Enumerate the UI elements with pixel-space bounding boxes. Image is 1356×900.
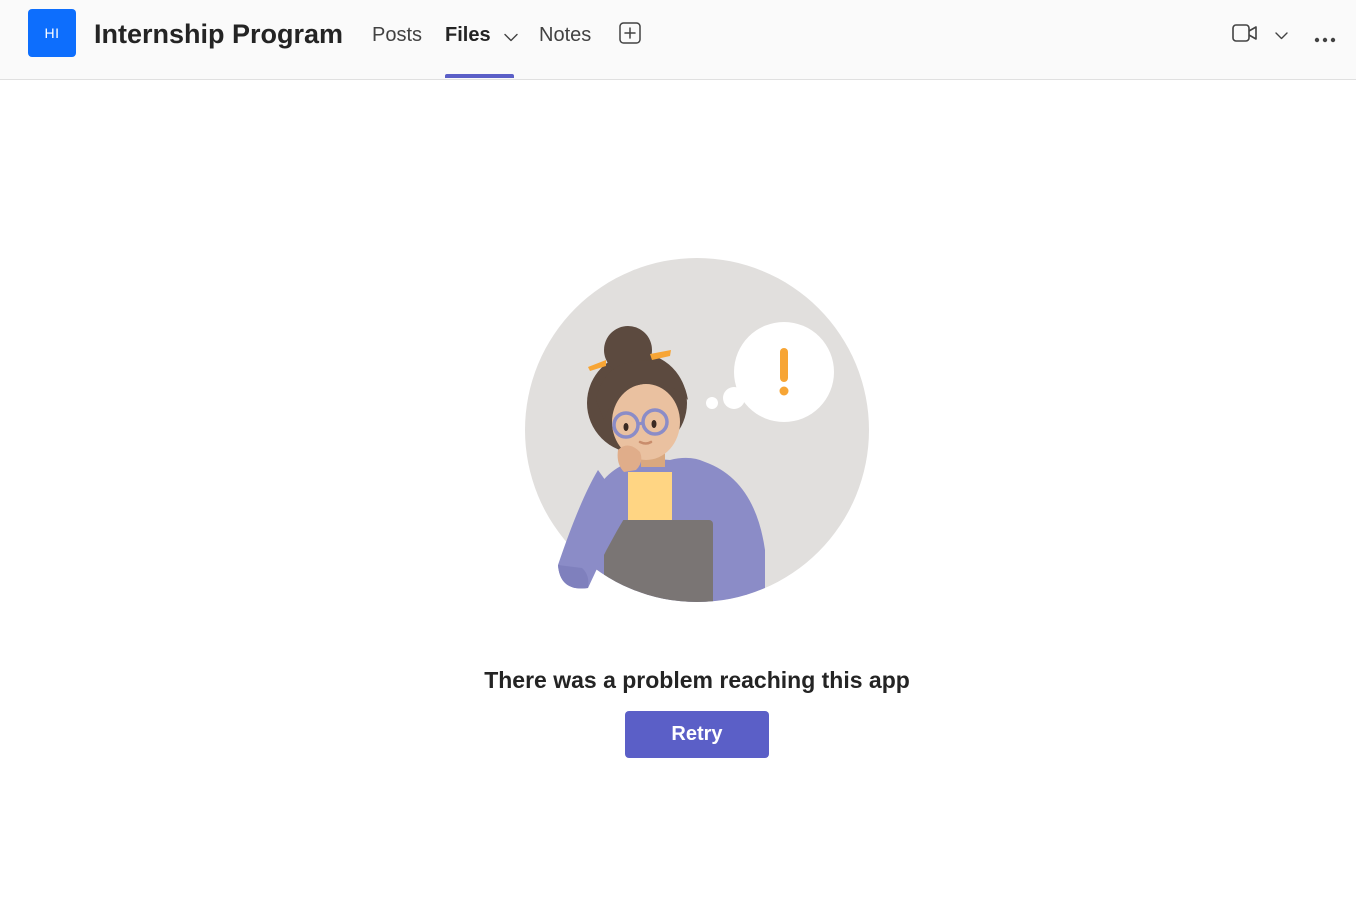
tab-notes[interactable]: Notes — [539, 21, 591, 49]
error-message: There was a problem reaching this app — [484, 667, 910, 693]
tab-files-label: Files — [445, 24, 491, 46]
tab-posts-label: Posts — [372, 24, 423, 46]
team-title: Internship Program — [94, 19, 344, 49]
team-avatar[interactable]: HI — [28, 9, 76, 57]
retry-button[interactable]: Retry — [625, 711, 769, 758]
tab-notes-label: Notes — [539, 24, 592, 46]
channel-header: HI Internship Program Posts Files Notes — [0, 0, 1356, 80]
more-horizontal-icon[interactable] — [1314, 30, 1336, 43]
tab-files[interactable]: Files — [445, 21, 518, 50]
chevron-down-icon[interactable] — [1275, 28, 1288, 40]
active-tab-indicator — [445, 74, 514, 78]
error-illustration — [520, 250, 875, 610]
video-camera-icon[interactable] — [1232, 23, 1258, 43]
chevron-down-icon[interactable] — [504, 22, 518, 50]
plus-square-icon[interactable] — [619, 22, 641, 44]
tab-posts[interactable]: Posts — [372, 21, 422, 49]
